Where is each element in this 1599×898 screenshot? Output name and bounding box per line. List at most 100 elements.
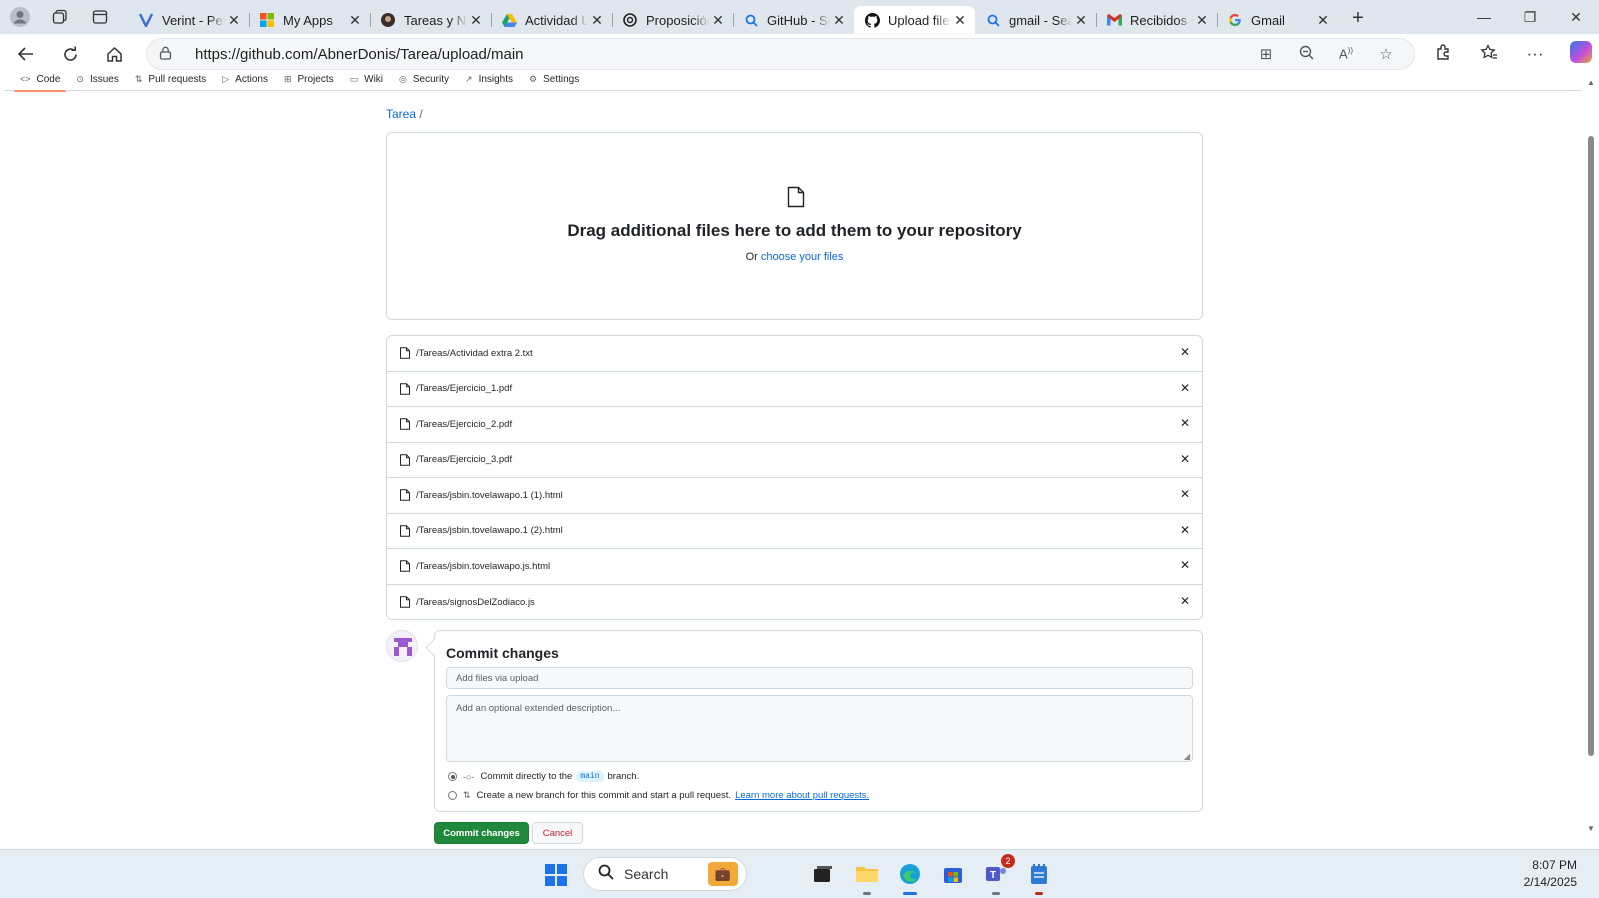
remove-file-icon[interactable]: ✕ (1180, 594, 1190, 608)
search-icon (598, 864, 614, 884)
browser-tab[interactable]: GitHub - Se ✕ (733, 6, 854, 34)
remove-file-icon[interactable]: ✕ (1180, 345, 1190, 359)
repo-tab-actions[interactable]: ▷ Actions (222, 74, 268, 90)
list-item: /Tareas/Ejercicio_1.pdf ✕ (387, 372, 1202, 407)
file-path: /Tareas/Actividad extra 2.txt (416, 347, 533, 359)
commit-description-input[interactable] (446, 695, 1193, 762)
extensions-icon[interactable] (1420, 43, 1466, 65)
cancel-button[interactable]: Cancel (532, 822, 583, 844)
remove-file-icon[interactable]: ✕ (1180, 523, 1190, 537)
taskbar-search[interactable]: Search 💼 (583, 857, 747, 891)
scroll-up-icon[interactable]: ▲ (1587, 78, 1595, 87)
browser-tab[interactable]: My Apps ✕ (249, 6, 370, 34)
tab-title: GitHub - Se (767, 12, 830, 28)
page-scrollbar[interactable]: ▲ ▼ (1583, 74, 1599, 849)
remove-file-icon[interactable]: ✕ (1180, 381, 1190, 395)
profile-icon[interactable] (0, 0, 40, 34)
repo-tab-code[interactable]: <> Code (13, 74, 67, 92)
commit-direct-option[interactable]: -○- Commit directly to the main branch. (448, 771, 639, 782)
notification-badge: 2 (1001, 854, 1015, 868)
windows-start-icon[interactable] (545, 864, 567, 886)
url-text[interactable]: https://github.com/AbnerDonis/Tarea/uplo… (195, 46, 524, 63)
edge-browser-icon[interactable] (895, 859, 925, 895)
list-item: /Tareas/Ejercicio_2.pdf ✕ (387, 407, 1202, 443)
choose-files-link[interactable]: choose your files (761, 251, 844, 263)
gear-icon: ⚙ (529, 74, 538, 84)
zoom-icon[interactable] (1286, 45, 1326, 64)
new-branch-radio[interactable] (448, 791, 457, 800)
repo-tab-issues[interactable]: ⊙ Issues (76, 74, 118, 90)
browser-tab[interactable]: gmail - Sear ✕ (975, 6, 1096, 34)
scrollbar-thumb[interactable] (1588, 136, 1594, 756)
close-tab-icon[interactable]: ✕ (951, 12, 969, 29)
remove-file-icon[interactable]: ✕ (1180, 487, 1190, 501)
favorite-star-icon[interactable]: ☆ (1366, 45, 1406, 63)
close-tab-icon[interactable]: ✕ (225, 12, 243, 29)
close-tab-icon[interactable]: ✕ (588, 12, 606, 29)
breadcrumb: Tarea / (386, 107, 423, 121)
repo-tab-security[interactable]: ◎ Security (399, 74, 449, 90)
close-tab-icon[interactable]: ✕ (1314, 12, 1332, 29)
file-path: /Tareas/Ejercicio_3.pdf (416, 454, 513, 466)
site-info-icon[interactable] (159, 46, 181, 63)
teams-icon[interactable]: T 2 (981, 854, 1015, 895)
commit-changes-button[interactable]: Commit changes (434, 822, 529, 844)
workspaces-icon[interactable] (40, 0, 80, 34)
vertical-tabs-icon[interactable] (80, 0, 120, 34)
remove-file-icon[interactable]: ✕ (1180, 416, 1190, 430)
repo-tab-settings[interactable]: ⚙ Settings (529, 74, 579, 90)
more-options-icon[interactable]: ··· (1512, 44, 1558, 64)
close-tab-icon[interactable]: ✕ (830, 12, 848, 29)
clock-date: 2/14/2025 (1523, 875, 1577, 889)
read-aloud-icon[interactable]: A)) (1326, 46, 1366, 61)
browser-tab-active[interactable]: Upload files ✕ (854, 6, 975, 34)
browser-tab[interactable]: Gmail ✕ (1217, 6, 1338, 34)
commit-direct-radio[interactable] (448, 772, 457, 781)
learn-more-link[interactable]: Learn more about pull requests. (735, 790, 869, 801)
new-tab-icon[interactable]: + (1338, 7, 1378, 30)
breadcrumb-repo-link[interactable]: Tarea (386, 107, 416, 121)
repo-tab-wiki[interactable]: ▭ Wiki (350, 74, 383, 90)
copilot-icon[interactable] (1558, 40, 1599, 68)
home-icon[interactable] (92, 34, 136, 74)
browser-tab[interactable]: Verint - Pers ✕ (128, 6, 249, 34)
browser-tab[interactable]: Recibidos (3 ✕ (1096, 6, 1217, 34)
file-path: /Tareas/Ejercicio_2.pdf (416, 418, 513, 430)
close-tab-icon[interactable]: ✕ (1072, 12, 1090, 29)
scroll-down-icon[interactable]: ▼ (1587, 824, 1595, 833)
browser-tab[interactable]: Proposición ✕ (612, 6, 733, 34)
commit-summary-input[interactable] (446, 667, 1193, 689)
system-clock[interactable]: 8:07 PM 2/14/2025 (1524, 857, 1577, 891)
app-running-indicator (1035, 892, 1043, 895)
back-icon[interactable] (4, 34, 48, 74)
avatar[interactable] (386, 630, 418, 662)
commit-new-branch-option[interactable]: ⇅ Create a new branch for this commit an… (448, 790, 869, 801)
resize-handle-icon[interactable]: ◢ (1184, 752, 1190, 761)
minimize-icon[interactable]: — (1461, 0, 1507, 34)
microsoft-store-icon[interactable] (938, 859, 968, 889)
favorites-icon[interactable] (1466, 43, 1512, 65)
repo-tab-pull-requests[interactable]: ⇅ Pull requests (135, 74, 206, 90)
close-tab-icon[interactable]: ✕ (1193, 12, 1211, 29)
file-icon (400, 418, 410, 430)
repo-tab-projects[interactable]: ⊞ Projects (284, 74, 334, 90)
refresh-icon[interactable] (48, 34, 92, 74)
task-view-icon[interactable] (808, 859, 838, 889)
close-tab-icon[interactable]: ✕ (346, 12, 364, 29)
notepad-icon[interactable] (1024, 859, 1054, 895)
repo-tab-insights[interactable]: ↗ Insights (465, 74, 513, 90)
close-window-icon[interactable]: ✕ (1553, 0, 1599, 34)
git-pull-request-icon: ⇅ (463, 790, 471, 800)
browser-tab[interactable]: Actividad Ur ✕ (491, 6, 612, 34)
file-icon (400, 525, 410, 537)
app-available-icon[interactable]: ⊞ (1246, 45, 1286, 63)
close-tab-icon[interactable]: ✕ (467, 12, 485, 29)
remove-file-icon[interactable]: ✕ (1180, 452, 1190, 466)
close-tab-icon[interactable]: ✕ (709, 12, 727, 29)
file-drop-zone[interactable]: Drag additional files here to add them t… (386, 132, 1203, 320)
file-explorer-icon[interactable] (852, 859, 882, 895)
restore-icon[interactable]: ❐ (1507, 0, 1553, 34)
browser-tab[interactable]: Tareas y Not ✕ (370, 6, 491, 34)
remove-file-icon[interactable]: ✕ (1180, 558, 1190, 572)
address-bar[interactable]: https://github.com/AbnerDonis/Tarea/uplo… (146, 38, 1415, 70)
